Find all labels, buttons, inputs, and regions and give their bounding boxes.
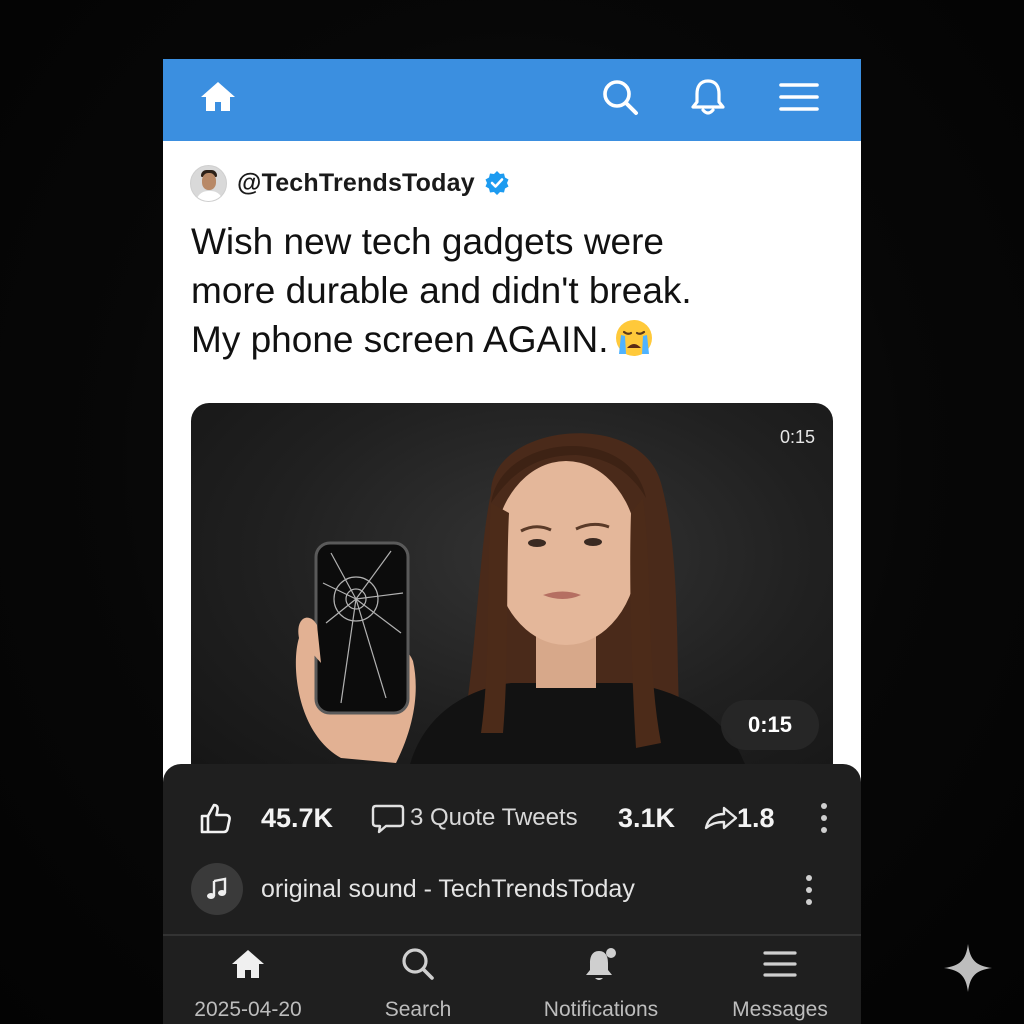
nav-search[interactable]: Search — [333, 944, 503, 1024]
bell-icon[interactable] — [686, 75, 730, 119]
nav-home[interactable]: 2025-04-20 — [163, 944, 333, 1024]
speech-bubble-icon — [371, 804, 405, 834]
nav-messages-label: Messages — [732, 998, 828, 1021]
avatar[interactable] — [190, 164, 227, 202]
menu-lines-icon — [763, 951, 797, 977]
nav-notifications[interactable]: Notifications — [516, 944, 686, 1024]
action-row: 45.7K 3 Quote Tweets 3.1K 1.8 — [163, 792, 861, 844]
top-app-bar — [163, 59, 861, 141]
more-options-icon[interactable] — [806, 800, 842, 836]
phone-screen: @TechTrendsToday Wish new tech gadgets w… — [163, 59, 861, 1024]
bell-notification-icon — [586, 948, 616, 980]
like-button[interactable]: 45.7K — [197, 792, 333, 844]
quote-tweets-label: 3 Quote Tweets — [410, 804, 578, 831]
divider — [163, 934, 861, 936]
sound-more-options-icon[interactable] — [799, 872, 819, 908]
verified-badge-icon — [485, 171, 509, 195]
nav-search-label: Search — [384, 998, 452, 1021]
video-duration-label: 0:15 — [779, 427, 815, 447]
engagement-panel: 45.7K 3 Quote Tweets 3.1K 1.8 original s… — [163, 764, 861, 1024]
author-handle[interactable]: @TechTrendsToday — [237, 169, 475, 198]
share-button[interactable]: 1.8 — [703, 792, 775, 844]
video-duration-badge: 0:15 — [721, 700, 819, 750]
menu-icon[interactable] — [777, 75, 821, 119]
share-arrow-icon — [704, 806, 738, 830]
bottom-navigation: 2025-04-20 Search Notifications Messages — [163, 944, 861, 1024]
nav-messages[interactable]: Messages — [695, 944, 861, 1024]
retweet-count: 3.1K — [618, 802, 676, 833]
home-icon — [232, 950, 264, 978]
sparkle-icon — [944, 944, 992, 992]
share-count: 1.8 — [737, 802, 775, 833]
nav-notifications-label: Notifications — [543, 998, 659, 1021]
sound-label: original sound - TechTrendsToday — [261, 874, 635, 903]
crying-face-emoji-icon — [616, 320, 653, 356]
post-text-line: more durable and didn't break. — [191, 270, 692, 311]
search-icon[interactable] — [598, 75, 642, 119]
music-note-icon — [191, 863, 243, 915]
thumbs-up-icon — [200, 803, 231, 834]
sound-row[interactable]: original sound - TechTrendsToday — [191, 860, 837, 918]
quote-tweets-button[interactable]: 3 Quote Tweets — [370, 792, 578, 844]
video-player[interactable]: 0:15 0:15 — [191, 403, 833, 783]
post-author[interactable]: @TechTrendsToday — [190, 163, 510, 203]
like-count: 45.7K — [261, 802, 334, 833]
home-icon[interactable] — [196, 75, 240, 119]
search-icon — [402, 948, 434, 980]
post-text-line: My phone screen AGAIN. — [191, 319, 609, 360]
retweet-count-item[interactable]: 3.1K — [618, 792, 675, 844]
nav-date-label: 2025-04-20 — [194, 998, 302, 1021]
post-text: Wish new tech gadgets were more durable … — [191, 217, 831, 364]
post-text-line: Wish new tech gadgets were — [191, 221, 665, 262]
